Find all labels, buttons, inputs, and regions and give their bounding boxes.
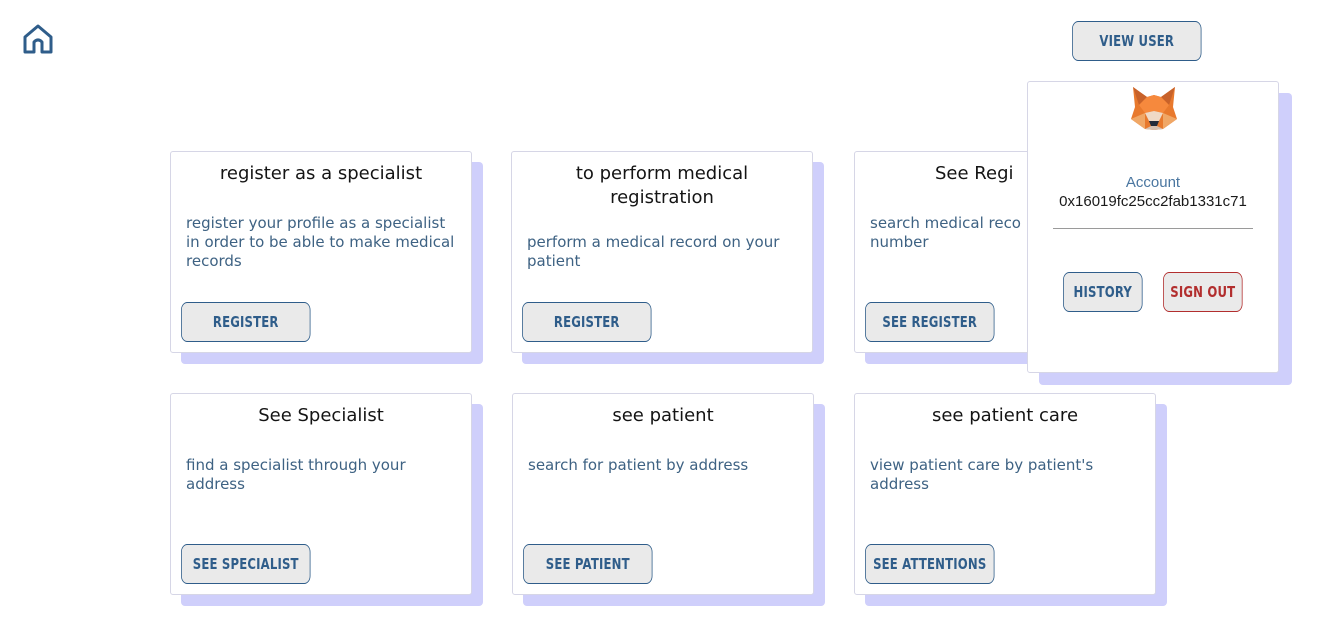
card-see-patient-care: see patient care view patient care by pa… <box>854 393 1167 606</box>
view-user-button[interactable]: VIEW USER <box>1072 21 1202 61</box>
account-panel: Account 0x16019fc25cc2fab1331c71 HISTORY… <box>1027 81 1279 373</box>
card-description: register your profile as a specialist in… <box>186 214 455 270</box>
see-attentions-button[interactable]: SEE ATTENTIONS <box>865 544 995 584</box>
fox-icon <box>1131 87 1177 130</box>
card-description: find a specialist through your address <box>186 456 406 493</box>
divider <box>1053 228 1253 229</box>
card-perform-medical-registration: to perform medical registration perform … <box>511 151 824 364</box>
see-register-button[interactable]: SEE REGISTER <box>865 302 995 342</box>
card-title: register as a specialist <box>219 163 423 184</box>
card: See Specialist find a specialist through… <box>170 393 472 595</box>
card-register-specialist: register as a specialist register your p… <box>170 151 483 364</box>
see-specialist-button[interactable]: SEE SPECIALIST <box>181 544 311 584</box>
history-button[interactable]: HISTORY <box>1063 272 1143 312</box>
account-label: Account <box>1125 174 1181 191</box>
card-title: see patient care <box>931 405 1079 426</box>
card: see patient search for patient by addres… <box>512 393 814 595</box>
card-title: to perform medical registration <box>575 163 749 208</box>
home-icon[interactable] <box>21 22 55 56</box>
card-description: search medical reco number <box>870 214 1021 251</box>
see-patient-button[interactable]: SEE PATIENT <box>523 544 653 584</box>
card-see-specialist: See Specialist find a specialist through… <box>170 393 483 606</box>
card-title: See Specialist <box>258 405 384 426</box>
sign-out-button[interactable]: SIGN OUT <box>1163 272 1243 312</box>
card-description: search for patient by address <box>528 456 749 474</box>
card: to perform medical registration perform … <box>511 151 813 353</box>
register-specialist-button[interactable]: REGISTER <box>181 302 311 342</box>
card-description: perform a medical record on your patient <box>527 233 780 270</box>
card: register as a specialist register your p… <box>170 151 472 353</box>
card-title: see patient <box>612 405 714 426</box>
account-address: 0x16019fc25cc2fab1331c71 <box>1059 193 1247 210</box>
card: see patient care view patient care by pa… <box>854 393 1156 595</box>
register-medical-button[interactable]: REGISTER <box>522 302 652 342</box>
card-see-patient: see patient search for patient by addres… <box>512 393 825 606</box>
card-description: view patient care by patient's address <box>870 456 1094 493</box>
